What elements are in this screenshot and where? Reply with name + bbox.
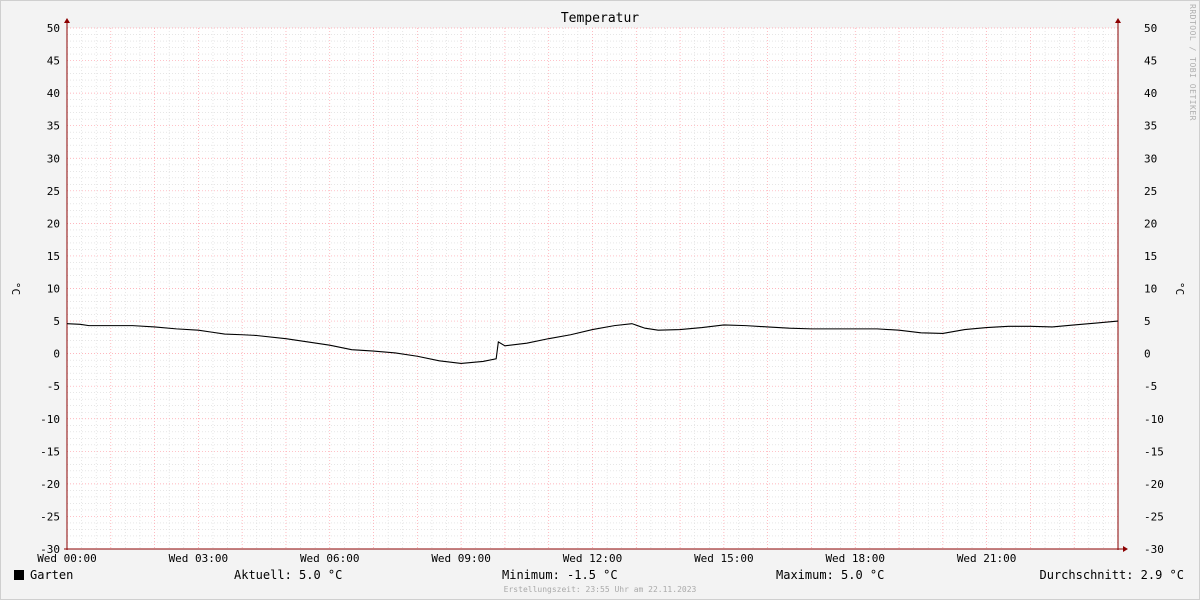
y-tick-label-left: 20 (47, 217, 60, 230)
y-tick-label-right: -10 (1144, 413, 1164, 426)
y-tick-label-right: -20 (1144, 478, 1164, 491)
y-tick-label-left: 15 (47, 250, 60, 263)
x-tick-label: Wed 15:00 (694, 552, 754, 565)
y-tick-label-right: -15 (1144, 445, 1164, 458)
rrdtool-watermark: RRDTOOL / TOBI OETIKER (1188, 4, 1197, 121)
chart-title: Temperatur (560, 11, 640, 26)
y-tick-label-left: 30 (47, 152, 60, 165)
y-tick-label-right: -25 (1144, 510, 1164, 523)
x-tick-label: Wed 21:00 (957, 552, 1017, 565)
stat-current: Aktuell: 5.0 °C (234, 568, 343, 582)
x-tick-label: Wed 18:00 (825, 552, 885, 565)
y-tick-label-right: -5 (1144, 380, 1157, 393)
legend-series-name: Garten (30, 568, 74, 582)
y-tick-label-right: 25 (1144, 185, 1157, 198)
y-tick-label-right: 0 (1144, 348, 1151, 361)
y-tick-label-right: 40 (1144, 87, 1157, 100)
y-tick-label-left: 40 (47, 87, 60, 100)
y-tick-label-left: 25 (47, 185, 60, 198)
y-unit-label-right: °C (1173, 282, 1186, 295)
y-tick-label-left: 10 (47, 283, 60, 296)
y-tick-label-left: -20 (40, 478, 60, 491)
y-tick-label-right: 30 (1144, 152, 1157, 165)
y-tick-label-left: 45 (47, 55, 60, 68)
temperature-chart: 50 5045 4540 4035 3530 3025 2520 2015 1510 105 50 0… (9, 18, 1186, 565)
y-tick-label-right: 20 (1144, 217, 1157, 230)
generation-timestamp: Erstellungszeit: 23:55 Uhr am 22.11.2023 (503, 585, 697, 594)
x-axis-arrow (1123, 546, 1128, 552)
stat-maximum: Maximum: 5.0 °C (776, 568, 885, 582)
y-tick-label-left: -10 (40, 413, 60, 426)
x-tick-label: Wed 03:00 (169, 552, 229, 565)
x-tick-label: Wed 00:00 (37, 552, 97, 565)
y-tick-label-left: -15 (40, 445, 60, 458)
y-tick-label-right: -30 (1144, 543, 1164, 556)
y-tick-label-left: -5 (47, 380, 60, 393)
y-tick-label-left: -25 (40, 510, 60, 523)
y-tick-label-left: 35 (47, 120, 60, 133)
x-tick-label: Wed 09:00 (431, 552, 491, 565)
legend-row: Garten Aktuell: 5.0 °C Minimum: -1.5 °C … (0, 568, 1200, 584)
y-tick-label-right: 45 (1144, 55, 1157, 68)
y-tick-label-right: 5 (1144, 315, 1151, 328)
y-tick-label-left: 0 (53, 348, 60, 361)
x-tick-label: Wed 06:00 (300, 552, 360, 565)
stat-minimum: Minimum: -1.5 °C (502, 568, 618, 582)
stat-average: Durchschnitt: 2.9 °C (1039, 568, 1185, 582)
y-tick-label-right: 15 (1144, 250, 1157, 263)
y-tick-label-right: 35 (1144, 120, 1157, 133)
y-tick-label-left: 5 (53, 315, 60, 328)
x-tick-label: Wed 12:00 (563, 552, 623, 565)
legend-swatch (14, 570, 24, 580)
y-tick-label-right: 10 (1144, 283, 1157, 296)
y-unit-label-left: °C (9, 282, 22, 295)
